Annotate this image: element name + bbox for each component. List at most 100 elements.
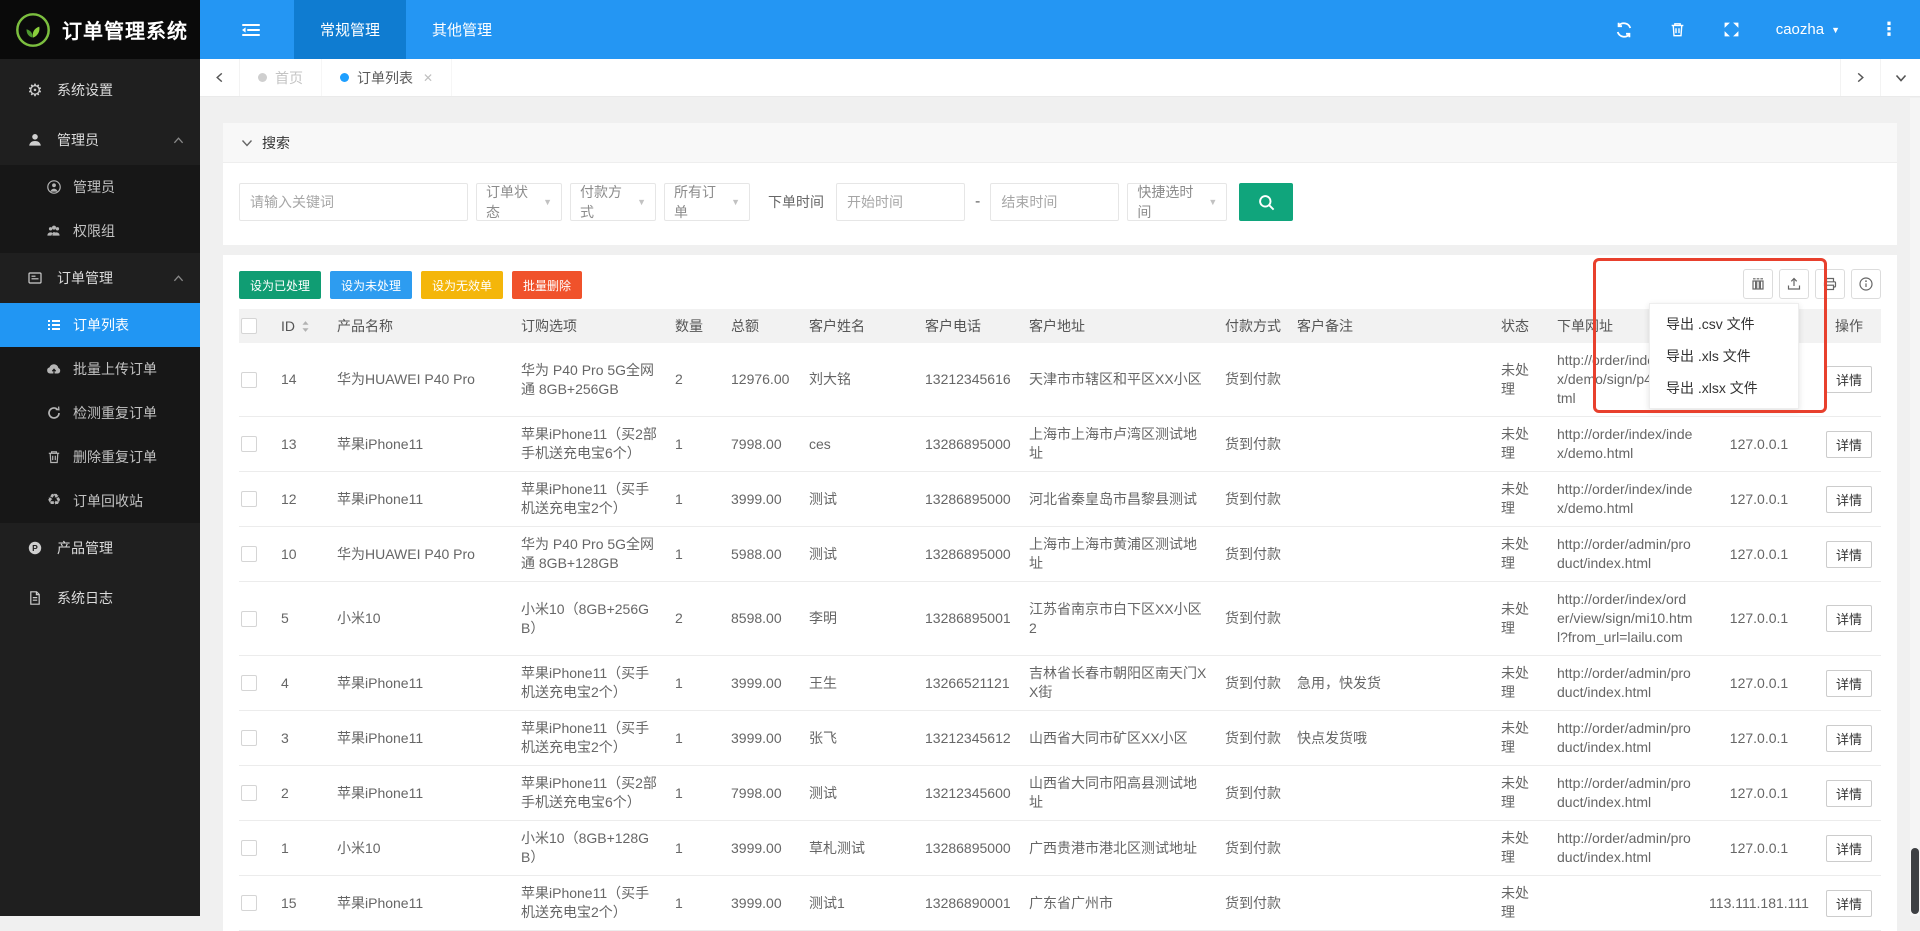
page-tab-order-list[interactable]: 订单列表✕ <box>322 59 452 96</box>
cell-remark <box>1289 582 1493 656</box>
search-panel-header[interactable]: 搜索 <box>223 123 1897 163</box>
batch-actions: 设为已处理设为未处理设为无效单批量删除 <box>239 271 1881 299</box>
detail-button[interactable]: 详情 <box>1826 725 1872 752</box>
detail-button[interactable]: 详情 <box>1826 835 1872 862</box>
sort-icon[interactable] <box>301 320 310 333</box>
order-status-select[interactable]: 订单状态▼ <box>476 183 562 221</box>
detail-button[interactable]: 详情 <box>1826 486 1872 513</box>
row-checkbox[interactable] <box>241 840 257 856</box>
cell-address: 山西省大同市阳高县测试地址 <box>1021 766 1217 821</box>
sidebar-item-admin-group[interactable]: 管理员 <box>0 115 200 165</box>
cell-url: http://order/admin/product/index.html <box>1549 766 1701 821</box>
pay-method-select[interactable]: 付款方式▼ <box>570 183 656 221</box>
cell-address: 江苏省南京市白下区XX小区2 <box>1021 582 1217 656</box>
row-checkbox[interactable] <box>241 675 257 691</box>
cell-option: 华为 P40 Pro 5G全网通 8GB+256GB <box>513 343 667 417</box>
gears-icon: ⚙ <box>26 81 44 99</box>
topnav-tab-other-management[interactable]: 其他管理 <box>406 0 518 59</box>
close-icon[interactable]: ✕ <box>423 71 433 85</box>
columns-icon[interactable] <box>1743 269 1773 299</box>
refresh-icon[interactable] <box>1614 20 1634 40</box>
sidebar-item-system-log[interactable]: 系统日志 <box>0 573 200 623</box>
sidebar-item-batch-upload-orders[interactable]: 批量上传订单 <box>0 347 200 391</box>
time-range-dash: - <box>975 193 980 211</box>
sidebar-item-order-recycle-bin[interactable]: ♻订单回收站 <box>0 479 200 523</box>
tab-dot <box>258 73 267 82</box>
scrollbar-track[interactable] <box>1910 98 1920 916</box>
detail-button[interactable]: 详情 <box>1826 541 1872 568</box>
log-icon <box>26 589 44 607</box>
cell-url <box>1549 876 1701 931</box>
sidebar: 订单管理系统 ⚙系统设置管理员管理员权限组订单管理订单列表批量上传订单检测重复订… <box>0 0 200 916</box>
batch-delete-button[interactable]: 批量删除 <box>512 271 582 299</box>
order-scope-select[interactable]: 所有订单 ▼ <box>664 183 750 221</box>
page-tab-home[interactable]: 首页 <box>240 59 322 96</box>
table-row: 14华为HUAWEI P40 Pro华为 P40 Pro 5G全网通 8GB+2… <box>239 343 1881 417</box>
tabs-menu-icon[interactable] <box>1880 59 1920 96</box>
cell-total: 3999.00 <box>723 876 801 931</box>
cell-total: 3999.00 <box>723 656 801 711</box>
scrollbar-thumb[interactable] <box>1911 848 1919 914</box>
keyword-input[interactable] <box>239 183 468 221</box>
row-checkbox[interactable] <box>241 730 257 746</box>
sidebar-item-permission-group[interactable]: 权限组 <box>0 209 200 253</box>
detail-button[interactable]: 详情 <box>1826 780 1872 807</box>
set-processed-button[interactable]: 设为已处理 <box>239 271 321 299</box>
collapse-sidebar-icon[interactable] <box>228 0 274 59</box>
svg-text:P: P <box>32 543 38 553</box>
cell-pay: 货到付款 <box>1217 821 1289 876</box>
row-checkbox[interactable] <box>241 611 257 627</box>
export-icon[interactable] <box>1779 269 1809 299</box>
select-all-checkbox[interactable] <box>241 318 257 334</box>
quick-time-select[interactable]: 快捷选时间▼ <box>1127 183 1227 221</box>
topnav-tab-regular-management[interactable]: 常规管理 <box>294 0 406 59</box>
more-menu-icon[interactable]: ⋮ <box>1874 19 1904 40</box>
export-menu-item[interactable]: 导出 .xls 文件 <box>1650 340 1798 372</box>
user-menu[interactable]: caozha ▼ <box>1776 21 1840 38</box>
export-menu-item[interactable]: 导出 .xlsx 文件 <box>1650 372 1798 404</box>
sidebar-item-admin[interactable]: 管理员 <box>0 165 200 209</box>
row-checkbox[interactable] <box>241 895 257 911</box>
row-checkbox[interactable] <box>241 785 257 801</box>
trash-icon[interactable] <box>1668 20 1688 40</box>
row-checkbox[interactable] <box>241 546 257 562</box>
detail-button[interactable]: 详情 <box>1826 366 1872 393</box>
cell-id: 1 <box>273 821 329 876</box>
end-time-input[interactable] <box>990 183 1119 221</box>
sidebar-item-order-management[interactable]: 订单管理 <box>0 253 200 303</box>
sidebar-item-product-management[interactable]: P产品管理 <box>0 523 200 573</box>
row-checkbox[interactable] <box>241 491 257 507</box>
app-logo[interactable]: 订单管理系统 <box>0 0 200 59</box>
sidebar-item-check-duplicate-orders[interactable]: 检测重复订单 <box>0 391 200 435</box>
print-icon[interactable] <box>1815 269 1845 299</box>
table-row: 13苹果iPhone11苹果iPhone11（买2部手机送充电宝6个）17998… <box>239 417 1881 472</box>
sidebar-item-order-list[interactable]: 订单列表 <box>0 303 200 347</box>
tabs-scroll-left-icon[interactable] <box>200 59 240 96</box>
cell-pay: 货到付款 <box>1217 711 1289 766</box>
export-menu-item[interactable]: 导出 .csv 文件 <box>1650 308 1798 340</box>
detail-button[interactable]: 详情 <box>1826 890 1872 917</box>
row-checkbox[interactable] <box>241 372 257 388</box>
cell-name: 测试 <box>801 527 917 582</box>
search-button[interactable] <box>1239 183 1293 221</box>
start-time-input[interactable] <box>836 183 965 221</box>
cell-remark <box>1289 472 1493 527</box>
cell-pay: 货到付款 <box>1217 417 1289 472</box>
detail-button[interactable]: 详情 <box>1826 431 1872 458</box>
tabs-scroll-right-icon[interactable] <box>1840 59 1880 96</box>
cell-id: 10 <box>273 527 329 582</box>
sidebar-item-delete-duplicate-orders[interactable]: 删除重复订单 <box>0 435 200 479</box>
row-checkbox[interactable] <box>241 436 257 452</box>
cell-option: 华为 P40 Pro 5G全网通 8GB+128GB <box>513 527 667 582</box>
set-invalid-button[interactable]: 设为无效单 <box>421 271 503 299</box>
column-header-phone: 客户电话 <box>917 309 1021 343</box>
fullscreen-icon[interactable] <box>1722 20 1742 40</box>
sidebar-item-system-settings[interactable]: ⚙系统设置 <box>0 65 200 115</box>
detail-button[interactable]: 详情 <box>1826 670 1872 697</box>
select-value: 所有订单 <box>674 182 723 222</box>
info-icon[interactable] <box>1851 269 1881 299</box>
detail-button[interactable]: 详情 <box>1826 605 1872 632</box>
set-unprocessed-button[interactable]: 设为未处理 <box>330 271 412 299</box>
cell-option: 苹果iPhone11（买手机送充电宝2个） <box>513 876 667 931</box>
caret-down-icon: ▼ <box>731 197 740 207</box>
